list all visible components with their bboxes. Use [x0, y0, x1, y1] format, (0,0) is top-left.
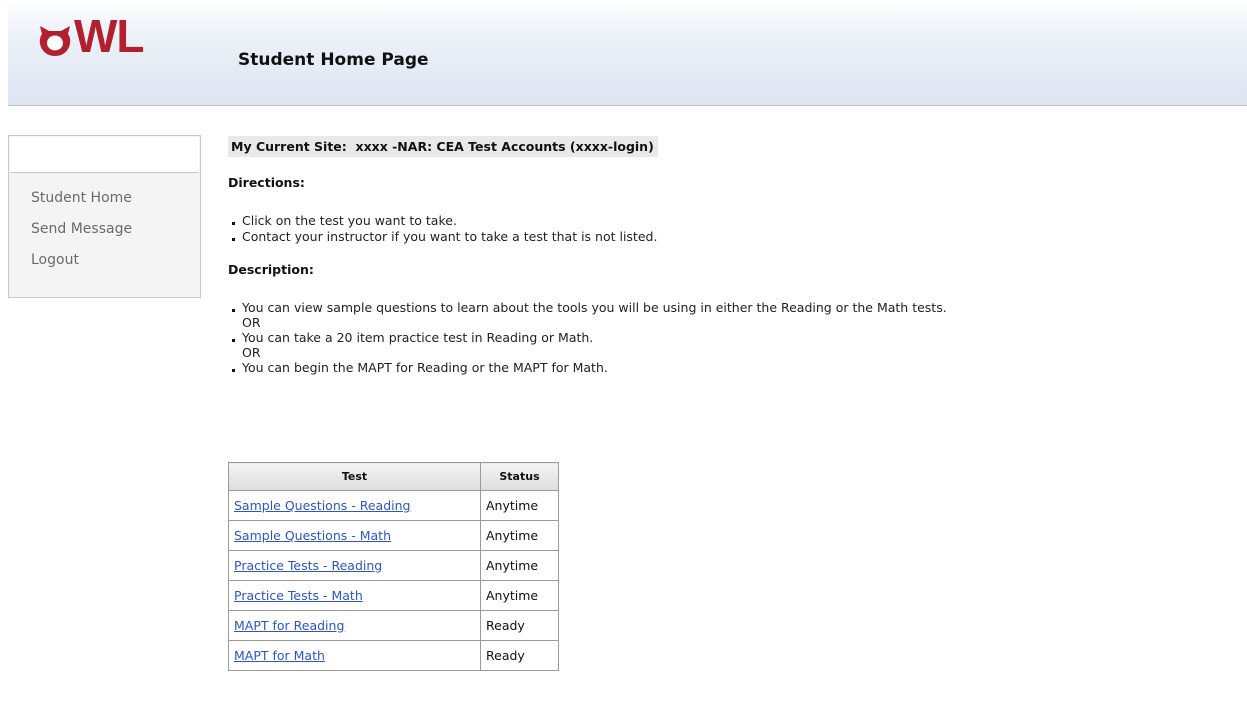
current-site-bar: My Current Site: xxxx -NAR: CEA Test Acc… [228, 136, 658, 157]
table-header-row: Test Status [228, 462, 559, 491]
list-item: You can begin the MAPT for Reading or th… [228, 360, 1238, 376]
list-item: You can view sample questions to learn a… [228, 300, 1238, 316]
list-item: Contact your instructor if you want to t… [228, 229, 1238, 245]
table-row: MAPT for Reading Ready [228, 610, 559, 641]
test-link-mapt-math[interactable]: MAPT for Math [234, 648, 325, 663]
test-link-mapt-reading[interactable]: MAPT for Reading [234, 618, 344, 633]
page-header: WL Student Home Page [8, 0, 1247, 106]
table-row: Sample Questions - Reading Anytime [228, 490, 559, 521]
sidebar-item-send-message[interactable]: Send Message [31, 219, 132, 250]
sidebar-item-logout[interactable]: Logout [31, 250, 132, 281]
status-cell: Anytime [480, 580, 559, 611]
page-title: Student Home Page [238, 50, 429, 70]
table-row: Practice Tests - Math Anytime [228, 580, 559, 611]
sidebar-item-student-home[interactable]: Student Home [31, 188, 132, 219]
description-list: You can view sample questions to learn a… [228, 300, 1238, 376]
sidebar-header [10, 137, 199, 173]
table-row: Sample Questions - Math Anytime [228, 520, 559, 551]
sidebar: Student Home Send Message Logout [8, 135, 201, 298]
test-cell: MAPT for Reading [228, 610, 481, 641]
description-heading: Description: [228, 262, 314, 277]
status-cell: Anytime [480, 520, 559, 551]
list-item: You can take a 20 item practice test in … [228, 330, 1238, 346]
current-site-label: My Current Site: [231, 139, 347, 154]
logo-text: WL [74, 10, 145, 62]
test-cell: Practice Tests - Math [228, 580, 481, 611]
test-cell: Practice Tests - Reading [228, 550, 481, 581]
status-cell: Ready [480, 610, 559, 641]
current-site-value: xxxx -NAR: CEA Test Accounts (xxxx-login… [355, 139, 654, 154]
status-cell: Anytime [480, 490, 559, 521]
test-cell: Sample Questions - Math [228, 520, 481, 551]
list-item: Click on the test you want to take. [228, 213, 1238, 229]
test-link-practice-tests-math[interactable]: Practice Tests - Math [234, 588, 363, 603]
status-cell: Ready [480, 640, 559, 671]
test-link-sample-questions-reading[interactable]: Sample Questions - Reading [234, 498, 410, 513]
table-row: MAPT for Math Ready [228, 640, 559, 671]
owl-logo: WL [37, 6, 145, 62]
owl-o-icon [39, 26, 71, 56]
status-cell: Anytime [480, 550, 559, 581]
table-row: Practice Tests - Reading Anytime [228, 550, 559, 581]
main-content: My Current Site: xxxx -NAR: CEA Test Acc… [228, 136, 1238, 671]
test-link-sample-questions-math[interactable]: Sample Questions - Math [234, 528, 391, 543]
test-link-practice-tests-reading[interactable]: Practice Tests - Reading [234, 558, 382, 573]
column-header-status: Status [480, 462, 559, 491]
column-header-test: Test [228, 462, 481, 491]
directions-heading: Directions: [228, 175, 305, 190]
or-separator: OR [242, 345, 261, 360]
test-cell: Sample Questions - Reading [228, 490, 481, 521]
or-separator: OR [242, 315, 261, 330]
tests-table: Test Status Sample Questions - Reading A… [228, 462, 559, 671]
sidebar-nav: Student Home Send Message Logout [31, 188, 132, 281]
directions-list: Click on the test you want to take. Cont… [228, 213, 1238, 245]
test-cell: MAPT for Math [228, 640, 481, 671]
